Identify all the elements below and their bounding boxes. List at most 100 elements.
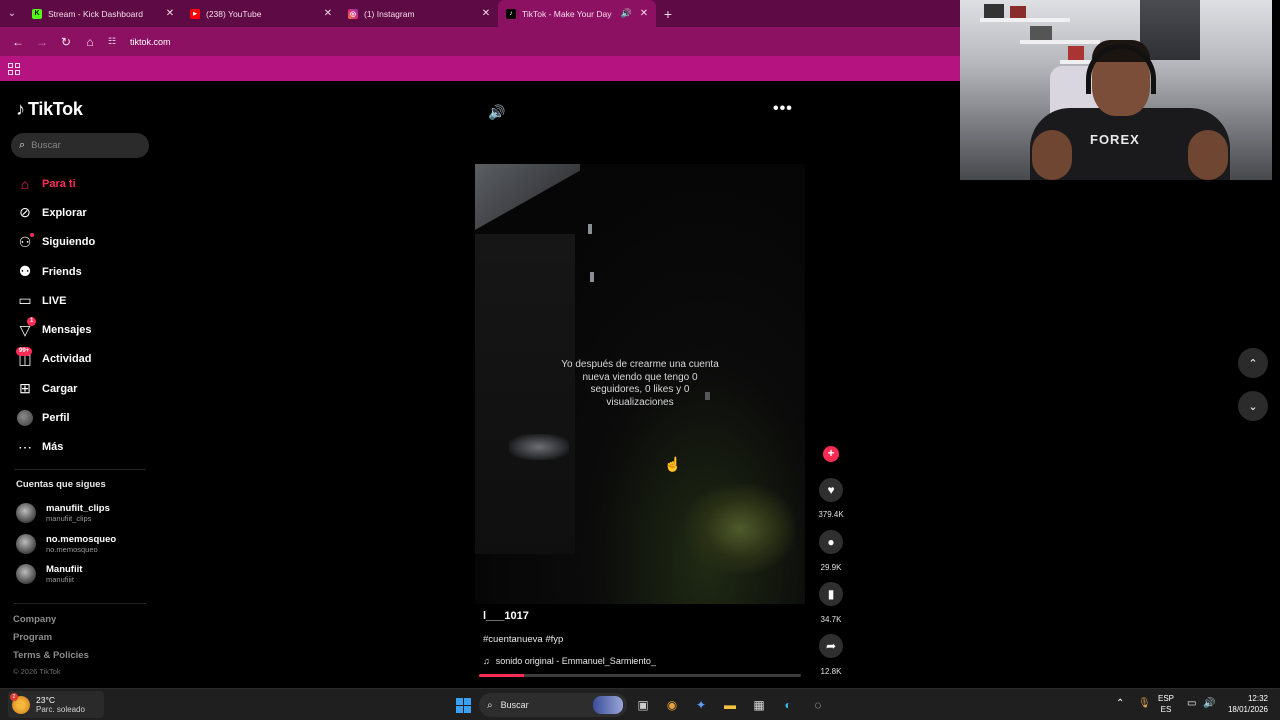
nav-label: Friends: [42, 265, 82, 278]
close-tab-icon[interactable]: ✕: [638, 8, 650, 19]
comment-icon: ●: [827, 535, 835, 549]
taskbar-search-label: Buscar: [500, 700, 529, 710]
store-icon[interactable]: ▦: [749, 695, 769, 715]
browser-toolbar: ← → ↻ ⌂ ☷ tiktok.com: [0, 27, 960, 56]
chrome-icon[interactable]: ◉: [662, 695, 682, 715]
previous-video-button[interactable]: ⌃: [1238, 348, 1268, 378]
video-hashtags[interactable]: #cuentanueva #fyp: [483, 634, 563, 645]
search-input[interactable]: [31, 140, 132, 151]
home-button[interactable]: ⌂: [78, 30, 102, 54]
more-options-icon[interactable]: •••: [773, 100, 793, 118]
tab-title: (238) YouTube: [206, 8, 262, 19]
nav-actividad[interactable]: ◫ 99+ Actividad: [16, 345, 156, 374]
video-sound[interactable]: ♫ sonido original - Emmanuel_Sarmiento_: [483, 656, 656, 666]
divider: [14, 469, 146, 470]
close-tab-icon[interactable]: ✕: [322, 8, 334, 19]
save-count: 34.7K: [820, 615, 842, 624]
site-info-icon[interactable]: ☷: [108, 36, 126, 47]
following-account[interactable]: Manufiit manufiiit: [16, 560, 82, 588]
comment-button[interactable]: ●: [819, 530, 843, 554]
video-caption-overlay: Yo después de crearme una cuenta nueva v…: [561, 359, 719, 408]
input-language[interactable]: ESP ES: [1158, 693, 1174, 715]
video-progress-bar[interactable]: [479, 674, 801, 677]
account-name: manufiit_clips: [46, 503, 110, 514]
nav-live[interactable]: ▭ LIVE: [16, 286, 156, 315]
nav-perfil[interactable]: Perfil: [16, 403, 156, 432]
weather-temp: 23°C: [36, 695, 55, 705]
compass-icon: ⊘: [19, 204, 31, 221]
nav-label: Para ti: [42, 177, 76, 190]
microphone-icon[interactable]: 🎙: [1138, 698, 1151, 709]
nav-mensajes[interactable]: ▽ 1 Mensajes: [16, 315, 156, 344]
following-account[interactable]: manufiit_clips manufiit_clips: [16, 499, 110, 527]
back-button[interactable]: ←: [6, 30, 30, 54]
apps-grid-icon[interactable]: [8, 62, 20, 75]
account-handle: manufiiit: [46, 575, 74, 584]
browser-tab-kick[interactable]: K Stream - Kick Dashboard ✕: [24, 0, 182, 27]
account-name: Manufiit: [46, 564, 83, 575]
volume-icon[interactable]: 🔊: [488, 104, 505, 121]
screen: ⌄ K Stream - Kick Dashboard ✕ ▶ (238) Yo…: [0, 0, 1280, 720]
nav-label: Más: [42, 441, 64, 454]
next-video-button[interactable]: ⌄: [1238, 391, 1268, 421]
music-note-icon: ♫: [483, 656, 490, 666]
nav-explorar[interactable]: ⊘ Explorar: [16, 198, 156, 227]
footer-link-company[interactable]: Company: [13, 614, 56, 625]
taskbar-search[interactable]: ⌕ Buscar: [479, 693, 627, 717]
following-account[interactable]: no.memosqueo no.memosqueo: [16, 530, 116, 558]
following-section-title: Cuentas que sigues: [16, 479, 106, 490]
footer-link-program[interactable]: Program: [13, 632, 52, 643]
like-button[interactable]: ♥: [819, 478, 843, 502]
main-nav: ⌂ Para ti ⊘ Explorar ⚇ Siguiendo ⚉ Frien…: [16, 169, 156, 462]
search-box[interactable]: ⌕: [11, 133, 149, 158]
share-button[interactable]: ➦: [819, 634, 843, 658]
video-username[interactable]: l___1017: [483, 610, 529, 622]
close-tab-icon[interactable]: ✕: [480, 8, 492, 19]
network-icon[interactable]: ▭: [1187, 698, 1196, 709]
account-handle: no.memosqueo: [46, 545, 98, 554]
reload-button[interactable]: ↻: [54, 30, 78, 54]
tiktok-logo[interactable]: ♪ TikTok: [16, 99, 83, 120]
search-icon: ⌕: [19, 139, 26, 151]
file-explorer-icon[interactable]: ▬: [720, 695, 740, 715]
save-button[interactable]: ▮: [819, 582, 843, 606]
new-indicator-dot: [30, 232, 34, 237]
following-icon: ⚇: [18, 233, 32, 250]
nav-siguiendo[interactable]: ⚇ Siguiendo: [16, 228, 156, 257]
browser-tab-instagram[interactable]: ◎ (1) Instagram ✕: [340, 0, 498, 27]
browser-tab-bar: ⌄ K Stream - Kick Dashboard ✕ ▶ (238) Yo…: [0, 0, 960, 27]
webcam-overlay: FOREX: [960, 0, 1272, 180]
upload-icon: ⊞: [19, 380, 31, 397]
follow-plus-button[interactable]: +: [823, 446, 839, 462]
tray-overflow-icon[interactable]: ⌃: [1116, 698, 1124, 709]
account-name: no.memosqueo: [46, 534, 117, 545]
tab-search-button[interactable]: ⌄: [0, 0, 24, 27]
progress-fill: [479, 674, 525, 677]
nav-cargar[interactable]: ⊞ Cargar: [16, 374, 156, 403]
youtube-icon: ▶: [190, 8, 200, 19]
avatar: [16, 534, 36, 554]
weather-widget[interactable]: 2 23°C Parc. soleado: [8, 691, 104, 718]
divider: [14, 603, 146, 604]
nav-friends[interactable]: ⚉ Friends: [16, 257, 156, 286]
forward-button[interactable]: →: [30, 30, 54, 54]
hand-cursor-icon: ☝: [664, 456, 682, 472]
footer-link-terms[interactable]: Terms & Policies: [13, 650, 89, 661]
new-tab-button[interactable]: +: [656, 6, 680, 22]
tab-audio-icon[interactable]: 🔊: [621, 8, 632, 19]
task-view-icon[interactable]: ▣: [633, 695, 653, 715]
speaker-icon[interactable]: 🔊: [1203, 698, 1215, 709]
copilot-icon[interactable]: ✦: [691, 695, 711, 715]
kick-icon: K: [32, 8, 42, 19]
logo-text: TikTok: [28, 99, 83, 119]
clock[interactable]: 12:32 18/01/2026: [1224, 693, 1268, 715]
address-bar[interactable]: tiktok.com: [130, 37, 171, 47]
nav-mas[interactable]: ⋯ Más: [16, 433, 156, 462]
start-button[interactable]: [453, 695, 473, 715]
browser-tab-tiktok[interactable]: ♪ TikTok - Make Your Day 🔊 ✕: [498, 0, 656, 27]
nav-para-ti[interactable]: ⌂ Para ti: [16, 169, 156, 198]
edge-icon[interactable]: ◐: [778, 695, 798, 715]
recording-app-icon[interactable]: ◌: [808, 695, 828, 715]
browser-tab-youtube[interactable]: ▶ (238) YouTube ✕: [182, 0, 340, 27]
close-tab-icon[interactable]: ✕: [164, 8, 176, 19]
